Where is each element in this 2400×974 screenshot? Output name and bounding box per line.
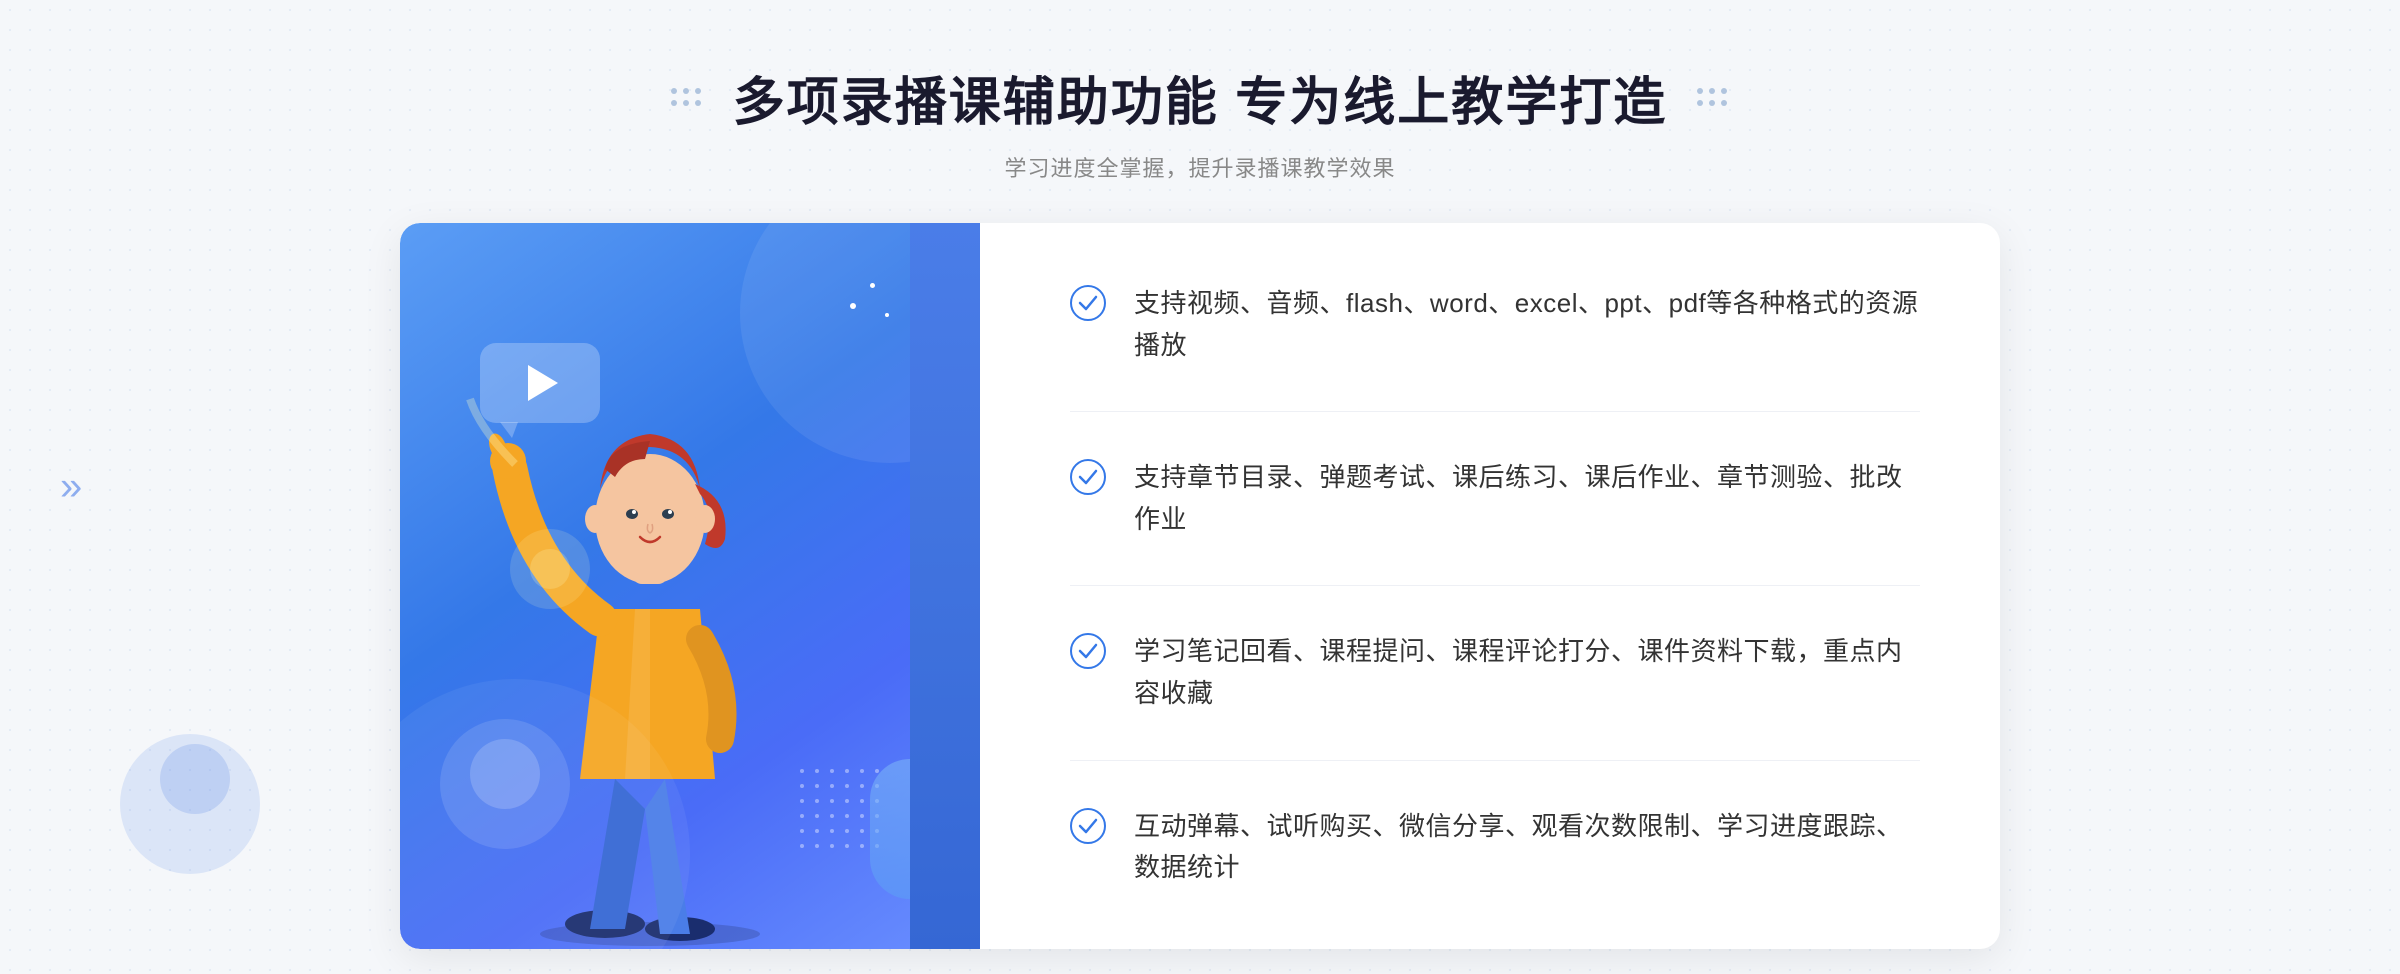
feature-text-3: 学习笔记回看、课程提问、课程评论打分、课件资料下载，重点内容收藏 — [1134, 631, 1920, 714]
feature-item-1: 支持视频、音频、flash、word、excel、ppt、pdf等各种格式的资源… — [1070, 283, 1920, 366]
divider-2 — [1070, 585, 1920, 586]
feature-item-3: 学习笔记回看、课程提问、课程评论打分、课件资料下载，重点内容收藏 — [1070, 631, 1920, 714]
check-icon-1 — [1070, 285, 1106, 321]
bg-circle-small — [160, 744, 230, 814]
check-icon-2 — [1070, 459, 1106, 495]
light-circle-small — [470, 739, 540, 809]
header-section: 多项录播课辅助功能 专为线上教学打造 学习进度全掌握，提升录播课教学效果 — [671, 0, 1729, 183]
feature-item-4: 互动弹幕、试听购买、微信分享、观看次数限制、学习进度跟踪、数据统计 — [1070, 806, 1920, 889]
divider-3 — [1070, 760, 1920, 761]
right-panel: 支持视频、音频、flash、word、excel、ppt、pdf等各种格式的资源… — [980, 223, 2000, 949]
left-decorator-dots — [671, 88, 703, 108]
right-decorator-dots — [1697, 88, 1729, 108]
divider-1 — [1070, 411, 1920, 412]
feature-text-2: 支持章节目录、弹题考试、课后练习、课后作业、章节测验、批改作业 — [1134, 457, 1920, 540]
light-circle-large — [440, 719, 570, 849]
check-icon-3 — [1070, 633, 1106, 669]
feature-text-4: 互动弹幕、试听购买、微信分享、观看次数限制、学习进度跟踪、数据统计 — [1134, 806, 1920, 889]
subtitle: 学习进度全掌握，提升录播课教学效果 — [671, 151, 1729, 183]
feature-text-1: 支持视频、音频、flash、word、excel、ppt、pdf等各种格式的资源… — [1134, 283, 1920, 366]
figure-illustration — [450, 389, 850, 949]
feature-item-2: 支持章节目录、弹题考试、课后练习、课后作业、章节测验、批改作业 — [1070, 457, 1920, 540]
main-title: 多项录播课辅助功能 专为线上教学打造 — [733, 60, 1667, 135]
check-icon-4 — [1070, 808, 1106, 844]
content-area: 支持视频、音频、flash、word、excel、ppt、pdf等各种格式的资源… — [400, 223, 2000, 949]
left-arrow-decoration: » — [60, 465, 82, 510]
blue-stripe — [910, 223, 980, 949]
page-container: » 多项录播课辅助功能 专为线上教学打造 学习进度全掌握，提升录播课教学效果 — [0, 0, 2400, 974]
header-decorators: 多项录播课辅助功能 专为线上教学打造 — [671, 60, 1729, 135]
double-arrow-icon: » — [60, 465, 82, 509]
left-illustration-panel — [400, 223, 980, 949]
